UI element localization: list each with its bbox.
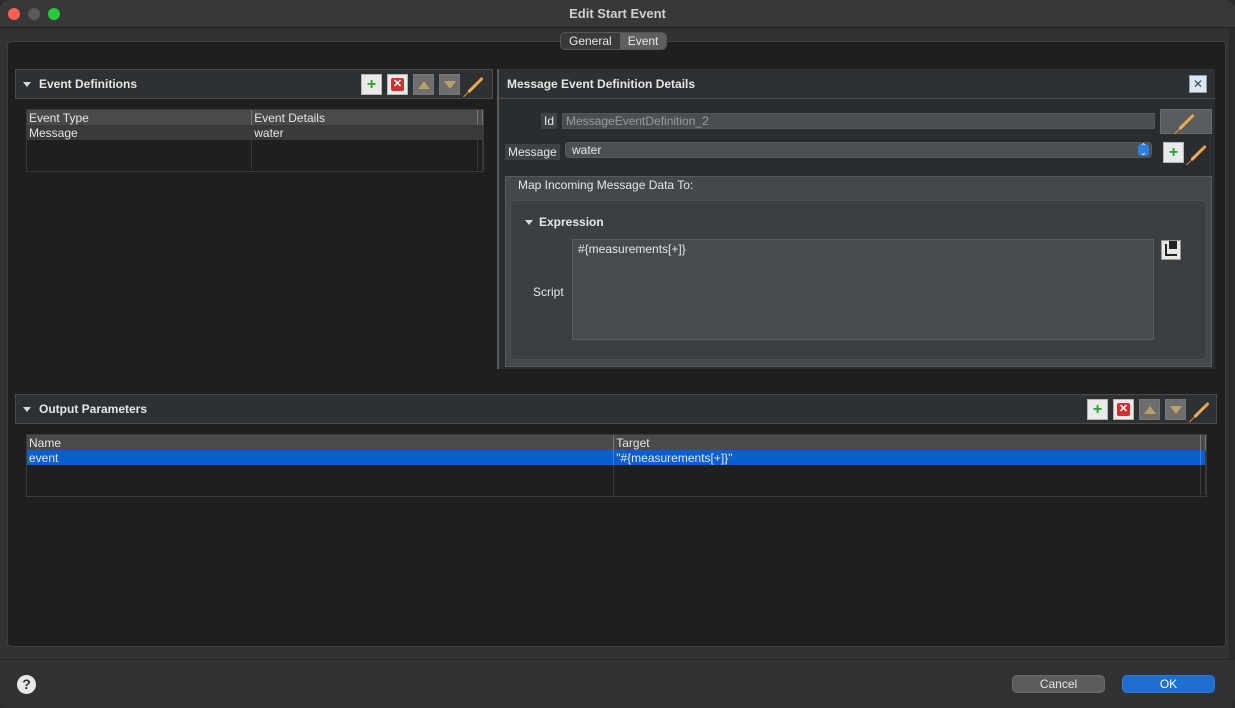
add-event-definition-button[interactable]: + — [361, 74, 382, 95]
tab-event[interactable]: Event — [619, 33, 667, 49]
arrow-up-icon — [1143, 405, 1156, 414]
column-header-event-type[interactable]: Event Type — [27, 110, 253, 125]
pencil-icon — [1190, 144, 1207, 161]
script-label: Script — [533, 285, 564, 299]
arrow-down-icon — [1169, 405, 1182, 414]
pencil-icon — [1177, 113, 1195, 130]
pencil-icon — [467, 76, 484, 93]
cell-target: "#{measurements[+]}" — [613, 450, 1201, 465]
details-title: Message Event Definition Details — [507, 76, 696, 91]
help-button[interactable]: ? — [17, 675, 36, 694]
message-label: Message — [505, 144, 560, 160]
cell-event-type: Message — [27, 125, 253, 140]
dialog-content: Event Definitions + ✕ Event Type Event D… — [7, 41, 1226, 647]
plus-icon: + — [1092, 400, 1103, 418]
expand-editor-icon — [1165, 241, 1177, 256]
cell-name: event — [27, 450, 615, 465]
select-arrows-icon: ⌃ ⌄ — [1138, 143, 1149, 157]
add-message-button[interactable]: + — [1163, 142, 1184, 163]
remove-output-parameter-button[interactable]: ✕ — [1113, 399, 1134, 420]
title-bar: Edit Start Event — [0, 0, 1235, 28]
column-header-filler — [477, 110, 484, 125]
plus-icon: + — [1168, 143, 1179, 161]
expression-header[interactable]: Expression — [525, 215, 604, 229]
output-parameters-table: Name Target event "#{measurements[+]}" — [26, 434, 1207, 497]
move-down-button[interactable] — [1165, 399, 1186, 420]
details-header: Message Event Definition Details ✕ — [499, 69, 1215, 99]
delete-icon: ✕ — [1117, 403, 1130, 416]
window-edge — [1229, 28, 1235, 659]
help-icon: ? — [22, 676, 31, 692]
window-title: Edit Start Event — [569, 6, 666, 21]
column-header-event-details[interactable]: Event Details — [251, 110, 478, 125]
move-up-button[interactable] — [413, 74, 434, 95]
arrow-up-icon — [417, 80, 430, 89]
arrow-down-icon — [443, 80, 456, 89]
event-definitions-table: Event Type Event Details Message water — [26, 109, 484, 172]
move-down-button[interactable] — [439, 74, 460, 95]
edit-message-button[interactable] — [1188, 142, 1209, 163]
output-parameters-header[interactable]: Output Parameters + ✕ — [15, 394, 1217, 424]
id-label: Id — [541, 113, 558, 129]
close-icon: ✕ — [1192, 77, 1204, 91]
id-field[interactable]: MessageEventDefinition_2 — [562, 113, 1155, 129]
pencil-icon — [1193, 401, 1210, 418]
column-header-target[interactable]: Target — [613, 435, 1201, 450]
column-header-filler — [1200, 435, 1207, 450]
collapse-triangle-icon[interactable] — [23, 406, 31, 412]
output-parameters-toolbar: + ✕ — [1087, 399, 1212, 420]
table-row — [27, 465, 1207, 495]
table-row[interactable]: Message water — [27, 125, 484, 140]
edit-output-parameter-button[interactable] — [1191, 399, 1212, 420]
cell-filler — [1200, 450, 1207, 465]
collapse-triangle-icon[interactable] — [525, 219, 533, 225]
cell-filler — [477, 125, 484, 140]
event-definitions-header[interactable]: Event Definitions + ✕ — [15, 69, 493, 99]
table-row-selected[interactable]: event "#{measurements[+]}" — [27, 450, 1207, 465]
message-select[interactable]: water ⌃ ⌄ — [565, 142, 1152, 158]
ok-button[interactable]: OK — [1122, 675, 1215, 693]
output-parameters-title: Output Parameters — [39, 402, 148, 416]
dialog-window: Edit Start Event Event Definitions + ✕ E… — [0, 0, 1235, 708]
move-up-button[interactable] — [1139, 399, 1160, 420]
event-definitions-toolbar: + ✕ — [361, 74, 486, 95]
tab-bar: General Event — [560, 32, 668, 50]
event-definitions-title: Event Definitions — [39, 77, 138, 91]
open-editor-button[interactable] — [1161, 240, 1181, 260]
tab-general[interactable]: General — [561, 33, 620, 49]
message-event-details-panel: Message Event Definition Details ✕ Id Me… — [497, 69, 1215, 369]
close-details-button[interactable]: ✕ — [1189, 75, 1207, 93]
cell-event-details: water — [251, 125, 478, 140]
script-textarea[interactable]: #{measurements[+]} — [572, 239, 1154, 340]
edit-id-button[interactable] — [1160, 109, 1212, 134]
message-select-value: water — [572, 143, 602, 157]
dialog-footer: ? Cancel OK — [0, 659, 1235, 708]
column-header-name[interactable]: Name — [27, 435, 615, 450]
remove-event-definition-button[interactable]: ✕ — [387, 74, 408, 95]
expression-section: Expression Script #{measurements[+]} — [510, 200, 1207, 360]
add-output-parameter-button[interactable]: + — [1087, 399, 1108, 420]
map-incoming-data-label: Map Incoming Message Data To: — [518, 178, 694, 192]
collapse-triangle-icon[interactable] — [23, 81, 31, 87]
delete-icon: ✕ — [391, 78, 404, 91]
cancel-button[interactable]: Cancel — [1012, 675, 1105, 693]
edit-event-definition-button[interactable] — [465, 74, 486, 95]
map-incoming-data-group: Map Incoming Message Data To: Expression… — [505, 176, 1212, 367]
expression-title: Expression — [539, 215, 604, 229]
plus-icon: + — [366, 75, 377, 93]
table-row — [27, 140, 484, 170]
